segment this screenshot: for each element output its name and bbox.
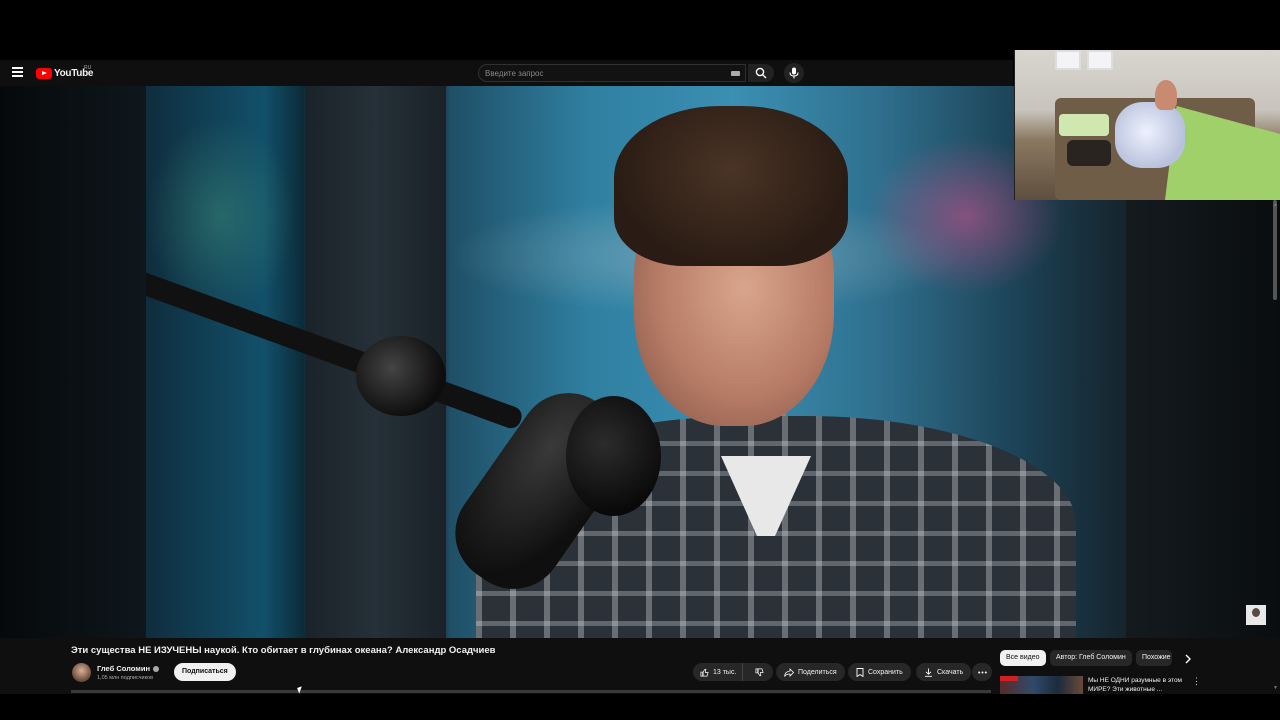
video-info-bar: Эти существа НЕ ИЗУЧЕНЫ наукой. Кто обит…	[0, 638, 1280, 694]
chip-similar[interactable]: Похожие	[1136, 650, 1172, 666]
room-window	[1087, 50, 1113, 70]
video-letterbox-left	[0, 86, 146, 638]
chevron-right-icon[interactable]	[1182, 653, 1194, 665]
thumbnail-badge	[1000, 676, 1018, 681]
region-code: RU	[84, 65, 92, 71]
like-count: 13 тыс.	[713, 668, 737, 676]
subscriber-count: 1,05 млн подписчиков	[97, 675, 154, 681]
keyboard-icon[interactable]	[731, 71, 740, 76]
scroll-down-icon[interactable]: ▼	[1273, 685, 1278, 691]
user-avatar[interactable]	[1246, 605, 1266, 625]
share-label: Поделиться	[798, 668, 837, 676]
room-blanket	[1115, 102, 1185, 168]
mic-mount	[356, 336, 446, 416]
voice-search-button[interactable]	[784, 63, 804, 83]
microphone-grille	[566, 396, 661, 516]
recommendation-thumbnail[interactable]	[1000, 676, 1083, 694]
room-bag	[1067, 140, 1111, 166]
thumbs-up-icon	[700, 668, 709, 676]
video-frame[interactable]	[146, 86, 1126, 638]
search-button[interactable]	[748, 64, 774, 82]
verified-icon	[152, 665, 159, 672]
download-button[interactable]: Скачать	[916, 663, 972, 681]
share-button[interactable]: Поделиться	[776, 663, 845, 681]
video-title: Эти существа НЕ ИЗУЧЕНЫ наукой. Кто обит…	[71, 645, 496, 656]
room-person	[1155, 80, 1177, 110]
dislike-button[interactable]	[747, 663, 773, 681]
video-progress-bar[interactable]	[71, 690, 991, 693]
scroll-up-icon[interactable]: ▲	[1273, 202, 1278, 208]
search-box	[478, 64, 746, 82]
download-label: Скачать	[937, 668, 964, 676]
more-actions-button[interactable]	[972, 663, 992, 681]
chip-all-videos[interactable]: Все видео	[1000, 650, 1046, 666]
channel-avatar[interactable]	[72, 663, 91, 682]
masthead: YouTube RU	[0, 60, 1013, 86]
search-icon	[755, 67, 767, 79]
hamburger-menu-icon[interactable]	[12, 67, 23, 77]
microphone-icon	[789, 67, 799, 79]
subscribe-button[interactable]: Подписаться	[174, 663, 236, 681]
like-dislike-group: 13 тыс.	[693, 663, 773, 681]
channel-name[interactable]: Глеб Соломин	[97, 664, 159, 673]
save-label: Сохранить	[868, 668, 903, 676]
like-button[interactable]: 13 тыс.	[693, 663, 743, 681]
bookmark-icon	[856, 667, 864, 677]
channel-name-text: Глеб Соломин	[97, 664, 150, 673]
thumbs-down-icon	[755, 668, 764, 676]
more-horizontal-icon	[977, 671, 987, 673]
more-vertical-icon[interactable]: ⋮	[1192, 676, 1201, 687]
speaker-hair	[614, 106, 848, 266]
search-input[interactable]	[485, 68, 715, 79]
recommendation-title[interactable]: Мы НЕ ОДНИ разумные в этом МИРЕ? Эти жив…	[1088, 676, 1188, 694]
share-icon	[784, 667, 794, 677]
save-button[interactable]: Сохранить	[848, 663, 911, 681]
download-icon	[925, 668, 932, 677]
room-window	[1055, 50, 1081, 70]
youtube-play-icon	[36, 67, 52, 79]
screen: YouTube RU Введите запрос Эти существа Н…	[0, 0, 1280, 720]
scrollbar-thumb[interactable]	[1273, 200, 1277, 300]
room-mat	[1059, 114, 1109, 136]
webcam-overlay	[1014, 50, 1280, 200]
chip-author[interactable]: Автор: Глеб Соломин	[1050, 650, 1132, 666]
